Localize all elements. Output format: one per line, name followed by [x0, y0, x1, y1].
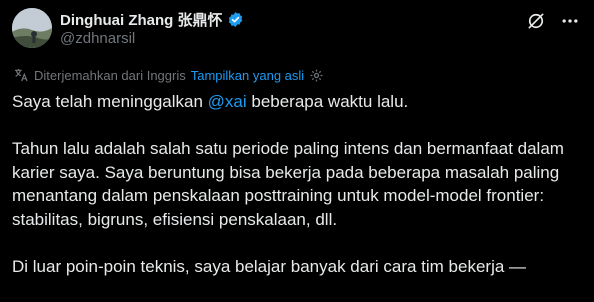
translation-bar: Diterjemahkan dari Inggris Tampilkan yan…: [13, 66, 324, 84]
verified-badge-icon[interactable]: [227, 11, 244, 28]
mention-link[interactable]: @xai: [208, 92, 247, 111]
author-name-row: Dinghuai Zhang 张鼎怀: [60, 9, 244, 29]
grok-icon: [528, 13, 544, 29]
tweet-paragraph-3: Di luar poin-poin teknis, saya belajar b…: [12, 256, 527, 276]
author-handle[interactable]: @zdhnarsil: [60, 30, 135, 47]
translation-label: Diterjemahkan dari Inggris: [34, 67, 186, 83]
gear-icon[interactable]: [309, 68, 324, 83]
author-display-name[interactable]: Dinghuai Zhang 张鼎怀: [60, 9, 223, 30]
tweet-paragraph-2: Tahun lalu adalah salah satu periode pal…: [12, 139, 564, 229]
tweet-text-segment: Saya telah meninggalkan: [12, 92, 208, 111]
show-original-link[interactable]: Tampilkan yang asli: [191, 68, 304, 83]
avatar[interactable]: [12, 8, 52, 48]
avatar-image: [12, 8, 52, 48]
tweet-paragraph-1: Saya telah meninggalkan @xai beberapa wa…: [12, 90, 584, 114]
more-options-button[interactable]: [558, 10, 582, 32]
tweet-text: Saya telah meninggalkan @xai beberapa wa…: [12, 90, 584, 302]
grok-button[interactable]: [525, 10, 547, 32]
translate-icon: [15, 69, 28, 82]
tweet-text-segment: beberapa waktu lalu.: [246, 92, 409, 111]
more-icon: [562, 19, 578, 23]
